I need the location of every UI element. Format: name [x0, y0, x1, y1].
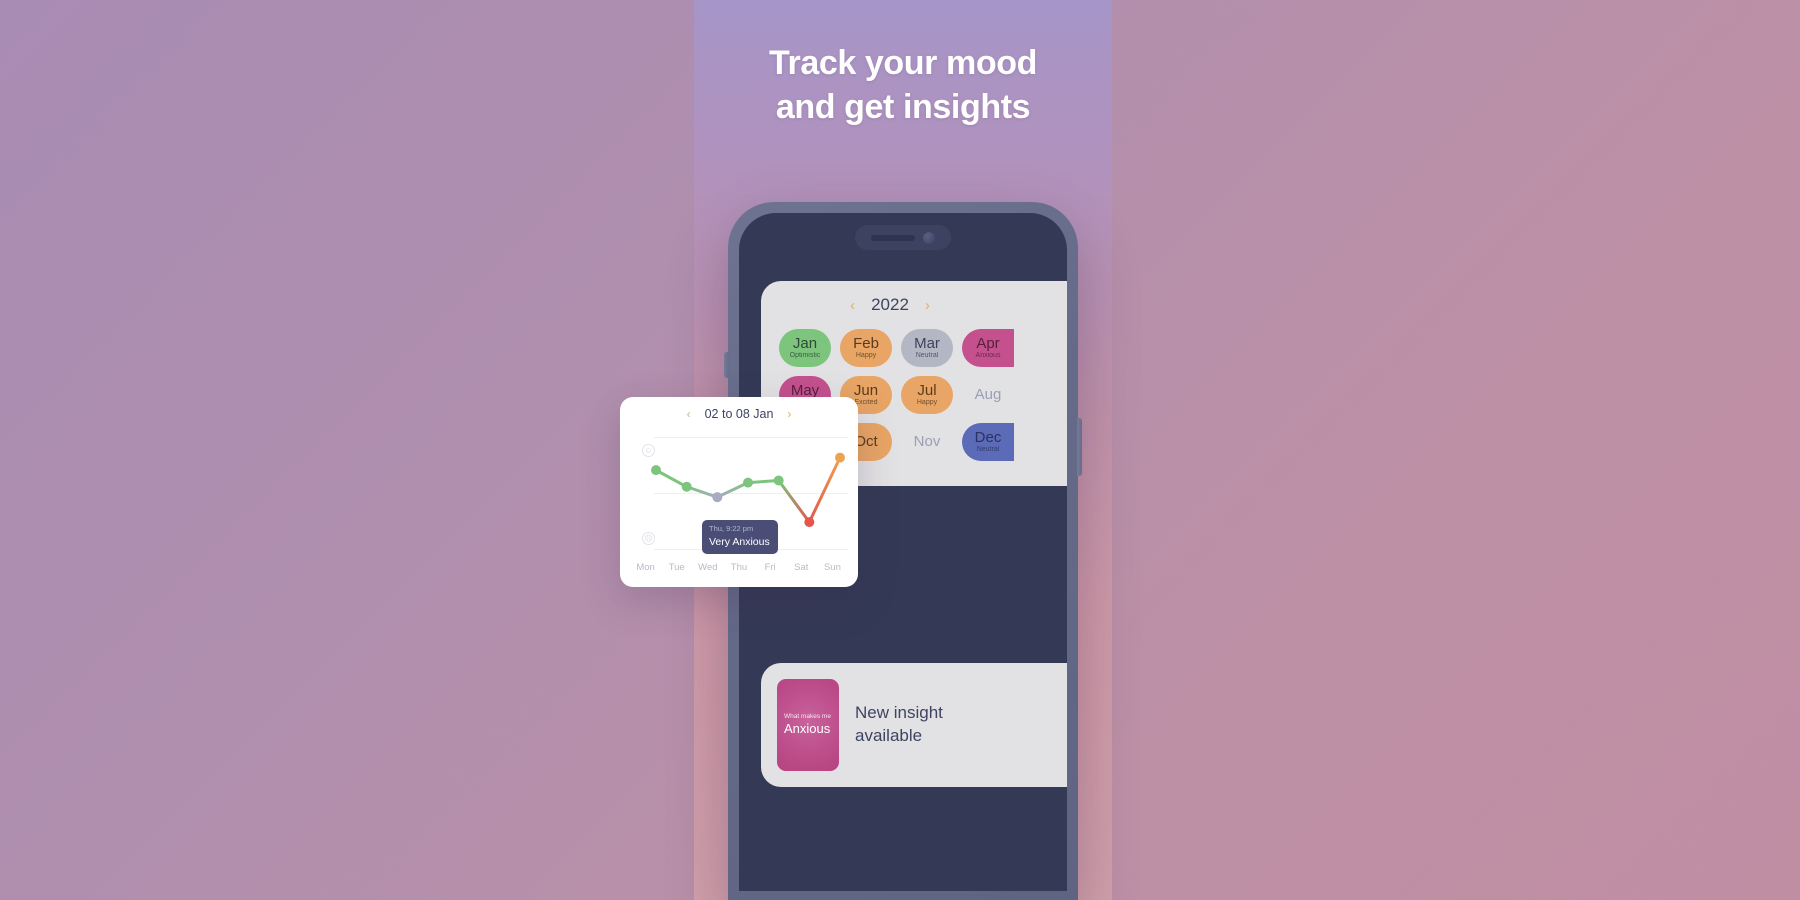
month-chip-mood: Neutral	[976, 446, 1000, 454]
tooltip-mood-label: Very Anxious	[709, 535, 770, 548]
month-chip-name: May	[790, 381, 820, 399]
chart-line-segment	[715, 481, 750, 499]
mood-line-chart[interactable]: ☺ ☹ Thu, 9:22 pm Very Anxious	[628, 427, 850, 559]
month-chip-name: Jan	[792, 334, 818, 352]
insight-card-text: New insight available	[855, 702, 943, 748]
previous-week-button[interactable]: ‹	[687, 408, 691, 420]
month-chip-name: Apr	[976, 334, 1000, 352]
day-label-wed: Wed	[698, 562, 718, 573]
week-range-label: 02 to 08 Jan	[704, 407, 774, 421]
year-navigation: ‹ 2022 ›	[779, 295, 1001, 315]
page-title: Track your mood and get insights	[694, 42, 1112, 129]
speaker-grille-icon	[871, 234, 915, 241]
year-label: 2022	[871, 295, 909, 314]
front-camera-icon	[923, 231, 935, 244]
insight-text-line-2: available	[855, 726, 923, 745]
page-title-line-2: and get insights	[775, 87, 1031, 126]
mute-switch-button[interactable]	[724, 352, 729, 378]
month-chip-apr[interactable]: Apr Anxious	[962, 329, 1014, 367]
chart-point-sat[interactable]	[804, 517, 815, 528]
day-label-sat: Sat	[794, 562, 809, 573]
power-button[interactable]	[1077, 418, 1082, 476]
new-insight-card[interactable]: What makes me Anxious New insight availa…	[761, 663, 1067, 787]
insight-text-line-1: New insight	[855, 703, 943, 723]
month-chip-jan[interactable]: Jan Optimistic	[779, 329, 831, 367]
chart-line-segment	[654, 468, 689, 489]
chart-point-tue[interactable]	[681, 481, 692, 492]
day-label-tue: Tue	[668, 562, 685, 573]
chart-line-segment	[807, 456, 842, 524]
chart-line-segment	[777, 479, 811, 524]
month-chip-name: Dec	[974, 428, 1002, 446]
month-chip-aug[interactable]: Aug	[962, 376, 1014, 414]
mood-tooltip: Thu, 9:22 pm Very Anxious	[702, 520, 778, 554]
month-chip-mood: Neutral	[915, 352, 939, 360]
month-chip-name: Aug	[974, 386, 1002, 404]
month-row: Jan Optimistic Feb Happy Mar Neutral Apr Anxiou…	[779, 329, 1067, 367]
phone-notch	[855, 225, 951, 250]
month-chip-dec[interactable]: Dec Neutral	[962, 423, 1014, 461]
month-chip-name: Mar	[914, 334, 940, 352]
month-chip-name: Jul	[917, 381, 937, 399]
insight-thumbnail-title: Anxious	[784, 721, 831, 737]
month-chip-jul[interactable]: Jul Happy	[901, 376, 953, 414]
month-chip-name: Jun	[853, 381, 879, 399]
insight-thumbnail[interactable]: What makes me Anxious	[777, 679, 839, 771]
day-label-thu: Thu	[730, 562, 748, 573]
insight-thumbnail-subtitle: What makes me	[784, 712, 831, 720]
month-chip-mood: Anxious	[975, 352, 1001, 360]
next-week-button[interactable]: ›	[787, 408, 791, 420]
month-chip-nov[interactable]: Nov	[901, 423, 953, 461]
chart-point-mon[interactable]	[651, 465, 661, 476]
page-title-line-1: Track your mood	[769, 44, 1037, 82]
tooltip-timestamp: Thu, 9:22 pm	[709, 524, 754, 533]
day-label-fri: Fri	[764, 562, 776, 573]
month-chip-name: Nov	[913, 433, 941, 451]
chart-point-wed[interactable]	[712, 492, 723, 503]
previous-year-button[interactable]: ‹	[850, 298, 855, 313]
month-chip-feb[interactable]: Feb Happy	[840, 329, 892, 367]
month-chip-name: Feb	[853, 334, 879, 352]
weekly-mood-chart-card: ‹ 02 to 08 Jan › ☺ ☹ Thu, 9:22 pm Very A…	[620, 397, 858, 587]
next-year-button[interactable]: ›	[925, 298, 930, 313]
month-chip-mood: Happy	[916, 399, 938, 407]
chart-point-sun[interactable]	[835, 452, 845, 463]
day-label-mon: Mon	[636, 562, 655, 573]
chart-point-thu[interactable]	[743, 477, 753, 488]
chart-point-fri[interactable]	[773, 475, 784, 486]
month-chip-mar[interactable]: Mar Neutral	[901, 329, 953, 367]
day-label-sun: Sun	[823, 562, 841, 573]
week-navigation: ‹ 02 to 08 Jan ›	[620, 407, 858, 421]
day-axis-labels: Mon Tue Wed Thu Fri Sat Sun	[630, 559, 848, 573]
month-chip-mood: Happy	[855, 352, 877, 360]
month-chip-mood: Optimistic	[789, 352, 821, 360]
